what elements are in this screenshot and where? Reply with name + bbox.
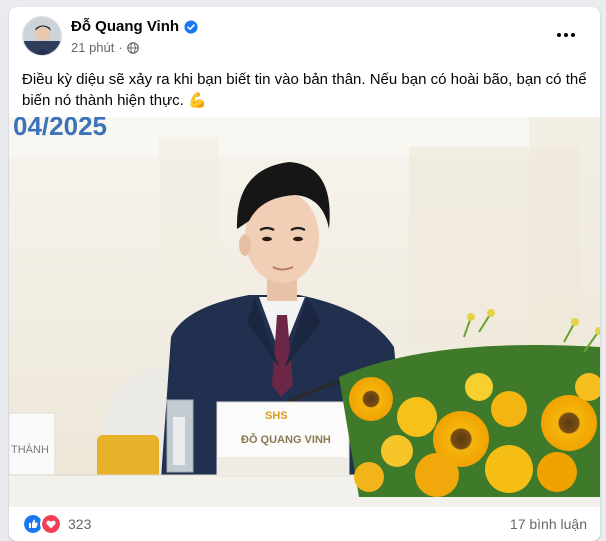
author-name[interactable]: Đỗ Quang Vinh — [71, 18, 179, 35]
author-avatar[interactable] — [22, 16, 62, 56]
love-icon — [40, 513, 62, 535]
meta-separator: · — [118, 40, 123, 55]
post-timestamp[interactable]: 21 phút — [71, 40, 114, 55]
nameplate-name: ĐỖ QUANG VINH — [241, 433, 331, 446]
reactions-summary[interactable]: 323 — [22, 513, 91, 535]
nameplate-logo: SHS — [265, 410, 288, 422]
post-header: Đỗ Quang Vinh 21 phút · — [9, 7, 600, 67]
post-photo[interactable]: 04/2025 THÀNH SHS ĐỖ QUANG VINH — [9, 117, 600, 507]
globe-icon[interactable] — [126, 41, 139, 54]
side-card-text: THÀNH — [11, 443, 49, 456]
post-footer: 323 17 bình luận — [9, 507, 600, 541]
more-options-button[interactable] — [548, 21, 584, 49]
more-dot-icon — [557, 33, 561, 37]
verified-badge-icon — [184, 19, 198, 34]
post-card: Đỗ Quang Vinh 21 phút · Điều kỳ diệu sẽ … — [9, 7, 600, 541]
backdrop-date: 04/2025 — [13, 117, 107, 141]
reaction-count: 323 — [68, 516, 92, 532]
post-text: Điều kỳ diệu sẽ xảy ra khi bạn biết tin … — [22, 71, 587, 109]
more-dot-icon — [564, 33, 568, 37]
comment-count-link[interactable]: 17 bình luận — [510, 516, 587, 532]
more-dot-icon — [571, 33, 575, 37]
